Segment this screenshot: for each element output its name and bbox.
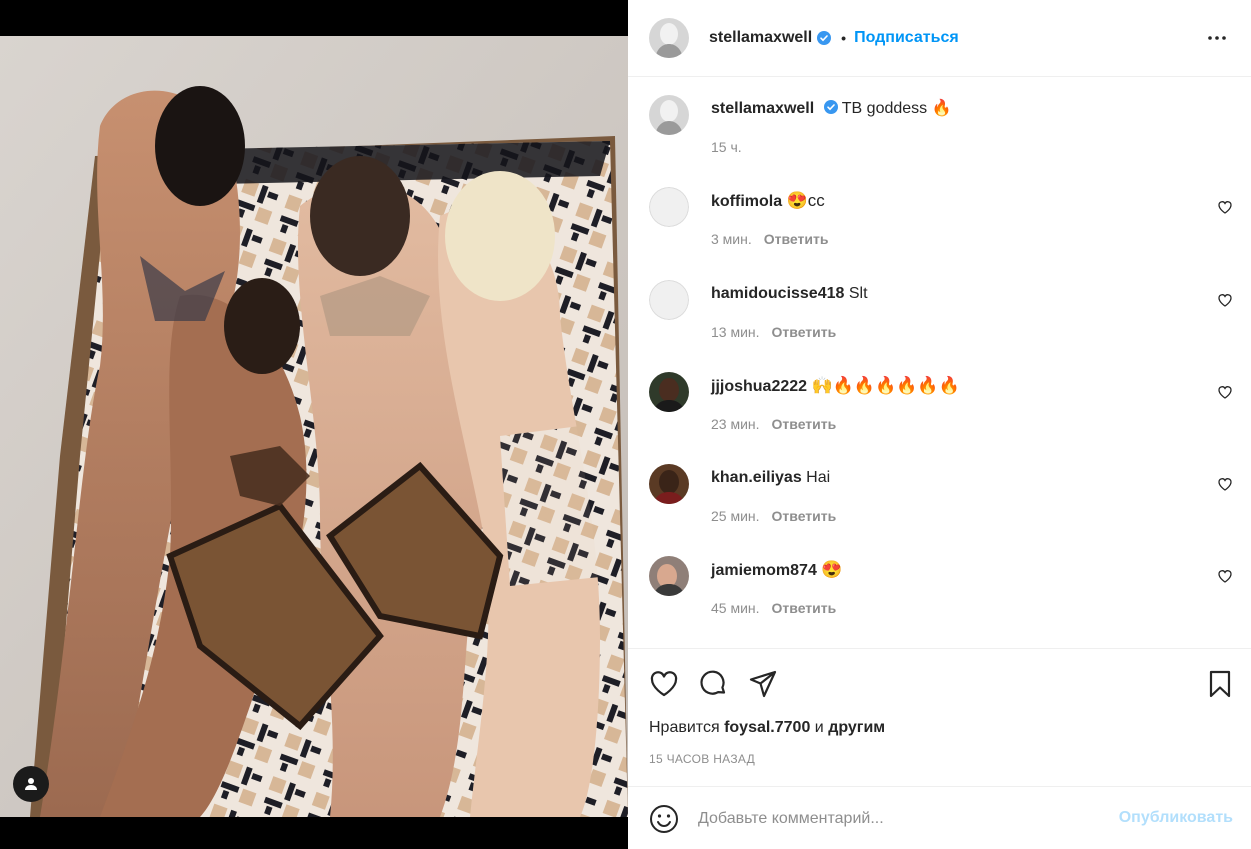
default-avatar-icon — [649, 187, 689, 227]
author-avatar-image — [649, 95, 689, 135]
user-icon — [25, 778, 37, 790]
commenter-avatar[interactable] — [649, 556, 689, 596]
reply-button[interactable]: Ответить — [772, 416, 837, 432]
post-media — [0, 0, 628, 849]
post-photo-image — [0, 36, 628, 817]
likes-summary: Нравится foysal.7700 и другим — [649, 719, 885, 737]
author-avatar-image — [649, 18, 689, 58]
likes-user-link[interactable]: foysal.7700 — [724, 719, 810, 736]
comment-time: 25 мин. — [711, 508, 760, 524]
follow-button[interactable]: Подписаться — [854, 29, 959, 47]
separator-dot: • — [841, 30, 847, 46]
bookmark-icon[interactable] — [1205, 669, 1235, 699]
like-comment-heart-icon[interactable] — [1217, 568, 1233, 584]
post-actions: Нравится foysal.7700 и другим 15 ЧАСОВ Н… — [628, 648, 1251, 786]
comment-time: 23 мин. — [711, 416, 760, 432]
comment-text: 😍 — [821, 560, 843, 579]
like-heart-icon[interactable] — [649, 669, 679, 699]
verified-badge-icon — [817, 31, 832, 45]
post-photo[interactable] — [0, 36, 628, 817]
post-header: stellamaxwell • Подписаться — [628, 0, 1251, 77]
share-send-icon[interactable] — [748, 669, 778, 699]
comment-time: 3 мин. — [711, 231, 752, 247]
commenter-avatar-image — [649, 372, 689, 412]
comment-bubble-icon[interactable] — [698, 669, 728, 699]
like-comment-heart-icon[interactable] — [1217, 292, 1233, 308]
commenter-avatar[interactable] — [649, 187, 689, 227]
caption-time: 15 ч. — [711, 139, 742, 155]
commenter-username[interactable]: khan.eiliyas — [711, 469, 802, 486]
author-avatar[interactable] — [649, 95, 689, 135]
commenter-avatar-image — [649, 464, 689, 504]
comment-time: 45 мин. — [711, 600, 760, 616]
emoji-smiley-icon[interactable] — [649, 804, 679, 834]
add-comment-bar: Опубликовать — [628, 786, 1251, 849]
commenter-username[interactable]: hamidoucisse418 — [711, 285, 844, 302]
commenter-avatar[interactable] — [649, 372, 689, 412]
post-side-panel: stellamaxwell • Подписаться stellamaxwel… — [628, 0, 1251, 849]
comment-time: 13 мин. — [711, 324, 760, 340]
commenter-avatar[interactable] — [649, 280, 689, 320]
comments-list[interactable]: stellamaxwell TB goddess 🔥 15 ч. koffimo… — [628, 78, 1251, 648]
commenter-username[interactable]: koffimola — [711, 193, 782, 210]
reply-button[interactable]: Ответить — [772, 324, 837, 340]
caption-text: TB goddess 🔥 — [841, 100, 952, 117]
comment-text: 🙌🔥🔥🔥🔥🔥🔥 — [811, 376, 960, 395]
commenter-avatar[interactable] — [649, 464, 689, 504]
author-avatar[interactable] — [649, 18, 689, 58]
likes-and: и — [814, 719, 824, 736]
reply-button[interactable]: Ответить — [772, 508, 837, 524]
like-comment-heart-icon[interactable] — [1217, 476, 1233, 492]
more-horizontal-icon[interactable] — [1205, 26, 1229, 50]
default-avatar-icon — [649, 280, 689, 320]
commenter-username[interactable]: jjjoshua2222 — [711, 378, 807, 395]
commenter-username[interactable]: jamiemom874 — [711, 562, 817, 579]
comment-text: 😍cc — [786, 191, 825, 210]
verified-badge-icon — [823, 100, 838, 114]
likes-prefix: Нравится — [649, 719, 720, 736]
reply-button[interactable]: Ответить — [764, 231, 829, 247]
reply-button[interactable]: Ответить — [772, 600, 837, 616]
likes-others-link[interactable]: другим — [828, 719, 885, 736]
like-comment-heart-icon[interactable] — [1217, 199, 1233, 215]
caption-username[interactable]: stellamaxwell — [711, 100, 814, 117]
publish-button[interactable]: Опубликовать — [1119, 809, 1233, 827]
post-timestamp[interactable]: 15 ЧАСОВ НАЗАД — [649, 752, 755, 766]
commenter-avatar-image — [649, 556, 689, 596]
author-username[interactable]: stellamaxwell — [709, 29, 812, 47]
comment-text: Hai — [806, 469, 831, 486]
tagged-users-button[interactable] — [13, 766, 49, 802]
comment-text: Slt — [848, 285, 868, 302]
post-modal: stellamaxwell • Подписаться stellamaxwel… — [0, 0, 1251, 849]
like-comment-heart-icon[interactable] — [1217, 384, 1233, 400]
comment-input[interactable] — [698, 807, 1098, 831]
